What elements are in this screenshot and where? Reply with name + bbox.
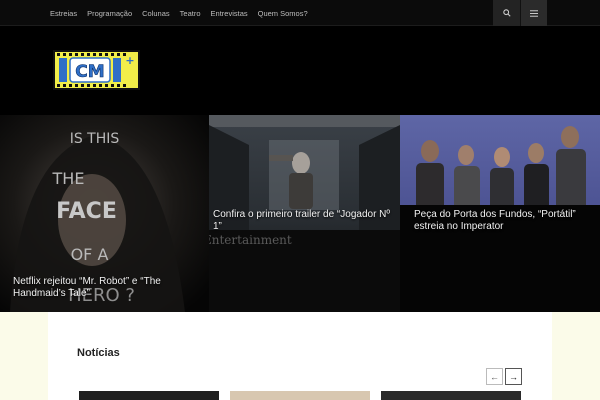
news-thumbnail[interactable] [230,391,370,400]
nav-item-programacao[interactable]: Programação [87,9,132,18]
arrow-right-icon: → [509,371,518,382]
main-nav: Estreias Programação Colunas Teatro Entr… [50,0,318,26]
section-title: Notícias [77,347,120,359]
news-thumbnail[interactable] [381,391,521,400]
featured-slider: IS THIS THE FACE OF A HERO ? Netflix rej… [0,115,600,312]
article-title[interactable]: Peça do Porta dos Fundos, “Portátil” est… [414,209,594,233]
nav-item-teatro[interactable]: Teatro [180,9,201,18]
featured-article-porta-dos-fundos[interactable]: Peça do Porta dos Fundos, “Portátil” est… [400,115,600,312]
featured-article-jogador-n1[interactable]: Entertainment Confira o primeiro trailer… [209,115,400,312]
poster-line: IS THIS [69,131,120,147]
nav-item-quem-somos[interactable]: Quem Somos? [258,9,308,18]
carousel-next-button[interactable]: → [505,368,522,385]
article-title[interactable]: Netflix rejeitou “Mr. Robot” e “The Hand… [13,276,193,300]
arrow-left-icon: ← [490,371,499,382]
news-section: Notícias ← → [48,312,552,400]
watermark-text: Entertainment [209,233,292,247]
nav-item-estreias[interactable]: Estreias [50,9,77,18]
nav-item-colunas[interactable]: Colunas [142,9,170,18]
search-icon [502,9,511,17]
logo-plus: + [125,54,134,67]
search-button[interactable] [493,0,520,26]
site-logo[interactable]: CM + [53,50,140,90]
page: Estreias Programação Colunas Teatro Entr… [0,0,600,400]
poster-line: OF A [70,245,109,264]
top-navigation-bar: Estreias Programação Colunas Teatro Entr… [0,0,600,26]
news-thumbnail[interactable] [79,391,219,400]
content-background: Notícias ← → [0,312,600,400]
site-header: CM + [0,26,600,115]
featured-article-mr-robot[interactable]: IS THIS THE FACE OF A HERO ? Netflix rej… [0,115,209,312]
article-title[interactable]: Confira o primeiro trailer de “Jogador N… [213,209,393,233]
carousel-prev-button[interactable]: ← [486,368,503,385]
menu-button[interactable] [520,0,547,26]
logo-text: CM [75,62,104,82]
nav-item-entrevistas[interactable]: Entrevistas [211,9,248,18]
poster-line: FACE [56,199,117,224]
poster-line: THE [52,169,85,188]
hamburger-menu-icon [530,9,538,17]
